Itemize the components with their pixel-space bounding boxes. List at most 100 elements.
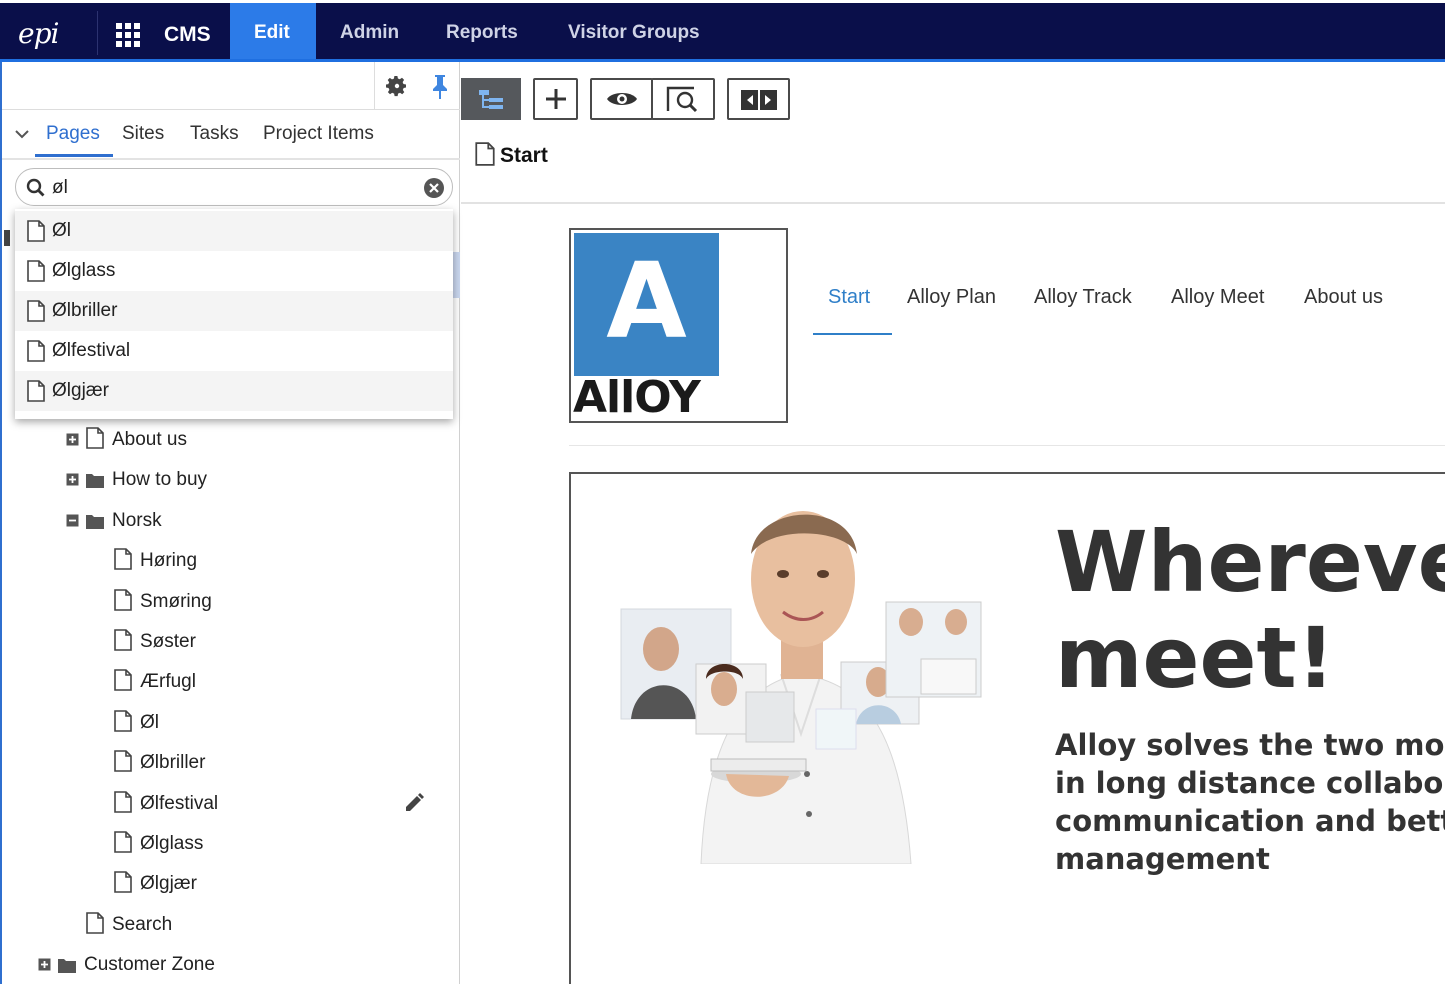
tree-node[interactable]: Ærfugl bbox=[94, 665, 422, 701]
preview-eye-icon bbox=[607, 93, 637, 105]
page-icon bbox=[475, 142, 495, 166]
site-nav-about-us[interactable]: About us bbox=[1304, 286, 1383, 309]
gear-icon[interactable] bbox=[385, 74, 409, 98]
tree-node-label: About us bbox=[112, 429, 187, 450]
navigation-pane: Pages Sites Tasks Project Items Øl Ølgla… bbox=[0, 62, 460, 984]
site-nav-alloy-track[interactable]: Alloy Track bbox=[1034, 286, 1132, 309]
tree-node-label: Search bbox=[112, 913, 173, 935]
tree-node[interactable]: Norsk bbox=[66, 504, 422, 540]
logo-letter: A bbox=[606, 240, 687, 362]
view-search-icon bbox=[666, 86, 698, 113]
page-icon bbox=[114, 709, 132, 737]
tree-node[interactable]: Ølglass bbox=[94, 827, 422, 863]
tree-node-label: Ølglass bbox=[140, 833, 204, 854]
hero-heading-line: Whereve bbox=[1055, 513, 1445, 611]
folder-icon bbox=[85, 511, 105, 536]
clear-search-icon[interactable] bbox=[423, 177, 445, 199]
compare-icon bbox=[741, 90, 777, 110]
breadcrumb-current-page[interactable]: Start bbox=[500, 144, 548, 168]
nav-visitor-groups[interactable]: Visitor Groups bbox=[544, 3, 724, 62]
page-icon bbox=[114, 750, 132, 777]
tree-node[interactable]: Søster bbox=[94, 625, 422, 661]
site-nav-start[interactable]: Start bbox=[828, 286, 870, 309]
product-name: CMS bbox=[164, 23, 211, 46]
logo-word: AllOY bbox=[573, 372, 701, 423]
tree-node[interactable]: Customer Zone bbox=[38, 948, 422, 984]
page-icon bbox=[86, 427, 104, 454]
site-nav-alloy-plan[interactable]: Alloy Plan bbox=[907, 286, 996, 309]
expand-icon[interactable] bbox=[66, 433, 79, 446]
nav-admin[interactable]: Admin bbox=[316, 3, 423, 62]
app-grid-icon[interactable] bbox=[116, 23, 140, 47]
tree-node[interactable]: Search bbox=[66, 908, 422, 944]
tree-node[interactable]: Ølgjær bbox=[94, 867, 422, 903]
tree-node[interactable]: Øl bbox=[94, 706, 422, 742]
pane-tabs: Pages Sites Tasks Project Items bbox=[2, 110, 460, 160]
suggestion-label: Ølfestival bbox=[52, 340, 131, 361]
tree-toggle-icon bbox=[479, 90, 503, 109]
suggestion-label: Ølglass bbox=[52, 260, 116, 281]
site-nav-alloy-meet[interactable]: Alloy Meet bbox=[1171, 286, 1264, 309]
content-toolbar: Start bbox=[461, 62, 1445, 204]
tree-node-label: How to buy bbox=[112, 469, 208, 491]
tab-pages[interactable]: Pages bbox=[46, 123, 100, 145]
page-search-box bbox=[15, 168, 453, 206]
tree-node-label: Smøring bbox=[140, 590, 212, 612]
suggestion-label: Ølbriller bbox=[52, 300, 118, 321]
hero-heading-line: meet! bbox=[1055, 609, 1335, 707]
active-tab-indicator bbox=[35, 154, 113, 157]
tab-tasks[interactable]: Tasks bbox=[190, 123, 239, 145]
suggestion-item[interactable]: Øl bbox=[15, 211, 453, 251]
tab-project-items[interactable]: Project Items bbox=[263, 123, 374, 145]
page-icon bbox=[27, 300, 45, 322]
collapse-icon[interactable] bbox=[66, 514, 79, 527]
hero-subheading: Alloy solves the two mo in long distance… bbox=[1055, 726, 1445, 878]
page-icon bbox=[114, 629, 132, 656]
compare-button[interactable] bbox=[727, 78, 790, 120]
hero-subheading-line: in long distance collabor bbox=[1055, 766, 1445, 800]
view-settings-button[interactable] bbox=[651, 78, 715, 120]
chevron-down-icon[interactable] bbox=[13, 125, 31, 143]
hero-block[interactable]: Whereve meet! Alloy solves the two mo in… bbox=[569, 472, 1445, 984]
expand-icon[interactable] bbox=[38, 958, 51, 971]
suggestion-item[interactable]: Ølfestival bbox=[15, 331, 453, 371]
tree-node-label: Norsk bbox=[112, 509, 162, 531]
search-input[interactable] bbox=[52, 175, 412, 201]
add-button[interactable] bbox=[533, 78, 578, 120]
tree-node[interactable]: How to buy bbox=[66, 463, 422, 499]
tree-node[interactable]: Ølfestival bbox=[94, 787, 422, 823]
nav-edit[interactable]: Edit bbox=[230, 3, 316, 62]
page-icon bbox=[114, 831, 132, 858]
expand-icon[interactable] bbox=[66, 473, 79, 486]
suggestion-item[interactable]: Ølgjær bbox=[15, 371, 453, 411]
suggestion-label: Ølgjær bbox=[52, 380, 110, 401]
hero-subheading-line: communication and bett bbox=[1055, 804, 1445, 838]
tree-node-label: Ærfugl bbox=[140, 671, 196, 693]
tab-sites[interactable]: Sites bbox=[122, 123, 164, 145]
tree-node[interactable]: Høring bbox=[94, 544, 422, 580]
preview-button[interactable] bbox=[590, 78, 653, 120]
tree-node[interactable]: Smøring bbox=[94, 585, 422, 621]
folder-icon bbox=[85, 470, 105, 495]
edit-pencil-icon[interactable] bbox=[403, 790, 427, 814]
pin-icon[interactable] bbox=[430, 74, 450, 100]
epi-logo[interactable]: epi bbox=[18, 17, 59, 50]
page-icon bbox=[86, 911, 104, 939]
tree-node[interactable]: Ølbriller bbox=[94, 746, 422, 782]
tree-node-label: Customer Zone bbox=[84, 954, 215, 976]
page-icon bbox=[27, 260, 45, 282]
suggestion-item[interactable]: Ølglass bbox=[15, 251, 453, 291]
tree-node-label: Ølfestival bbox=[140, 792, 219, 814]
partially-hidden-expander bbox=[4, 230, 10, 246]
suggestion-item[interactable]: Ølbriller bbox=[15, 291, 453, 331]
pane-toolbar bbox=[2, 62, 460, 110]
alloy-logo[interactable]: A AllOY bbox=[569, 228, 788, 423]
search-suggestions: Øl Ølglass Ølbriller Ølfestival Ølgjær bbox=[15, 209, 453, 419]
search-icon bbox=[26, 178, 45, 197]
tree-toggle-button[interactable] bbox=[461, 78, 521, 120]
tree-node-label: Ølbriller bbox=[140, 752, 206, 774]
nav-reports[interactable]: Reports bbox=[422, 3, 542, 62]
tree-node[interactable]: About us bbox=[66, 423, 422, 459]
page-icon bbox=[27, 380, 45, 402]
page-icon bbox=[114, 871, 132, 898]
